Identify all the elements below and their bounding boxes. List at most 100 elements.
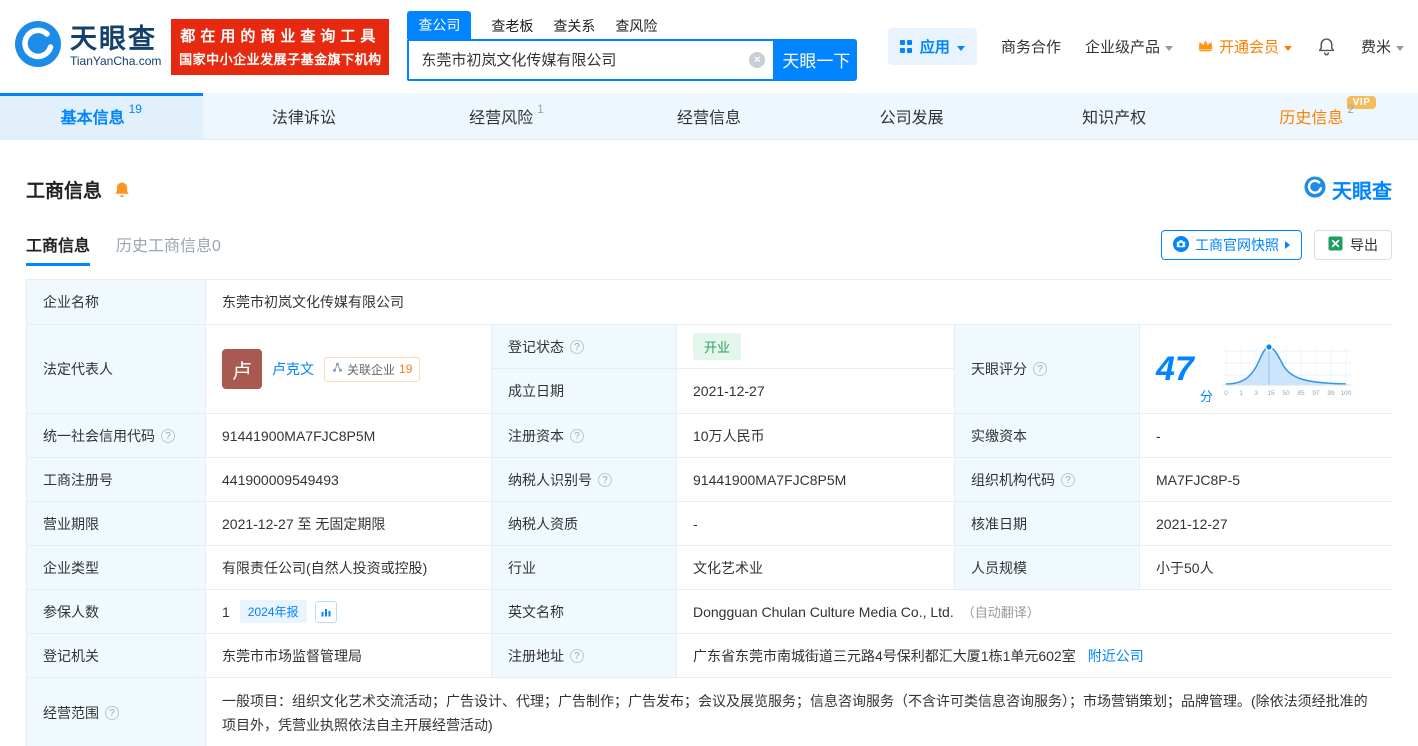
label-text: 统一社会信用代码 [43, 427, 155, 444]
score-axis-tick: 50 [1282, 390, 1290, 397]
search-area: 查公司 查老板 查关系 查风险 天眼一下 [407, 10, 859, 81]
value-text: 有限责任公司(自然人投资或控股) [222, 559, 428, 576]
value-text: 2021-12-27 [693, 383, 765, 399]
nav-enterprise-products[interactable]: 企业级产品 [1085, 36, 1173, 57]
top-header: 天眼查 TianYanCha.com 都在用的商业查询工具 国家中小企业发展子基… [0, 0, 1418, 93]
label-text: 纳税人资质 [508, 515, 578, 532]
tab-company-development[interactable]: 公司发展 [810, 93, 1013, 139]
tab-operating-info[interactable]: 经营信息 [608, 93, 811, 139]
subtab-history-business-info[interactable]: 历史工商信息0 [116, 232, 221, 266]
field-value-registration-authority: 东莞市市场监督管理局 [205, 633, 491, 677]
field-value-tianyan-score[interactable]: 47 分 0 1 3 15 50 85 97 99 100 [1139, 324, 1393, 413]
value-text: 文化艺术业 [693, 559, 763, 576]
field-value-insured-count: 1 2024年报 [205, 589, 491, 633]
score-value: 47 [1156, 350, 1194, 388]
export-button[interactable]: 导出 [1314, 230, 1392, 260]
score-axis-tick: 97 [1312, 390, 1320, 397]
help-icon[interactable] [161, 428, 175, 443]
score-axis-tick: 100 [1340, 390, 1351, 397]
tab-label: 历史信息 [1279, 110, 1344, 127]
label-text: 经营范围 [43, 705, 99, 721]
value-text: 10万人民币 [693, 427, 765, 444]
field-label-staff-size: 人员规模 [954, 545, 1139, 589]
tianyancha-watermark-text: 天眼查 [1332, 181, 1392, 203]
annual-report-badge[interactable]: 2024年报 [239, 600, 307, 623]
nav-open-vip[interactable]: 开通会员 [1197, 36, 1292, 57]
help-icon[interactable] [598, 472, 612, 487]
search-input[interactable] [407, 38, 776, 81]
nearby-companies-link[interactable]: 附近公司 [1088, 646, 1144, 666]
legal-rep-avatar[interactable]: 卢 [222, 349, 262, 389]
legal-rep-name-link[interactable]: 卢克文 [272, 359, 314, 379]
label-text: 成立日期 [508, 383, 564, 399]
help-icon[interactable] [570, 648, 584, 663]
label-text: 注册地址 [508, 647, 564, 664]
help-icon[interactable] [1061, 472, 1075, 487]
value-text: - [1156, 427, 1161, 444]
field-value-business-term: 2021-12-27 至 无固定期限 [205, 501, 491, 545]
related-companies-label: 关联企业 [347, 362, 396, 377]
search-button[interactable]: 天眼一下 [775, 38, 858, 81]
tab-count: 2 [1347, 102, 1355, 116]
subtab-business-info[interactable]: 工商信息 [26, 232, 91, 266]
field-label-industry: 行业 [491, 545, 676, 589]
tianyancha-logo[interactable]: 天眼查 TianYanCha.com [14, 20, 161, 73]
value-text: 91441900MA7FJC8P5M [693, 471, 847, 488]
nav-cooperation[interactable]: 商务合作 [1001, 36, 1061, 57]
tab-legal-litigation[interactable]: 法律诉讼 [203, 93, 406, 139]
help-icon[interactable] [570, 339, 584, 354]
field-label-paid-capital: 实缴资本 [954, 413, 1139, 457]
official-snapshot-button[interactable]: 工商官网快照 [1161, 230, 1302, 260]
value-text: - [693, 515, 698, 532]
monitor-bell-icon[interactable] [112, 180, 132, 200]
enterprise-products-label: 企业级产品 [1084, 39, 1160, 56]
label-text: 天眼评分 [971, 361, 1027, 377]
field-value-approval-date: 2021-12-27 [1139, 501, 1393, 545]
field-label-tianyan-score: 天眼评分 [954, 324, 1139, 413]
auto-translate-note: （自动翻译） [961, 605, 1040, 620]
tab-history-info[interactable]: VIP 历史信息 2 [1215, 93, 1418, 139]
field-value-registration-status: 开业 [676, 324, 954, 368]
field-value-staff-size: 小于50人 [1139, 545, 1393, 589]
field-value-registered-capital: 10万人民币 [676, 413, 954, 457]
help-icon[interactable] [1033, 362, 1047, 376]
export-button-label: 导出 [1350, 237, 1378, 253]
arrow-right-icon [1285, 241, 1290, 249]
score-axis-tick: 1 [1239, 390, 1243, 397]
tab-label: 经营风险 [469, 110, 534, 127]
label-text: 实缴资本 [971, 427, 1027, 444]
field-label-registration-number: 工商注册号 [27, 457, 205, 501]
field-value-business-scope: 一般项目：组织文化艺术交流活动；广告设计、代理；广告制作；广告发布；会议及展览服… [205, 677, 1393, 746]
clear-icon[interactable] [749, 51, 766, 68]
promo-banner: 都在用的商业查询工具 国家中小企业发展子基金旗下机构 [171, 18, 390, 75]
score-axis-tick: 3 [1254, 390, 1258, 397]
help-icon[interactable] [570, 428, 584, 443]
tab-label: 基本信息 [60, 110, 125, 127]
excel-icon [1328, 236, 1343, 254]
search-tab-company[interactable]: 查公司 [407, 10, 472, 39]
search-tab-risk[interactable]: 查风险 [615, 16, 657, 39]
related-companies-count: 19 [399, 362, 413, 376]
tab-basic-info[interactable]: 基本信息 19 [0, 93, 203, 139]
field-value-org-code: MA7FJC8P-5 [1139, 457, 1393, 501]
tab-operating-risk[interactable]: 经营风险 1 [405, 93, 608, 139]
user-menu[interactable]: 费米 [1361, 36, 1404, 57]
field-value-english-name: Dongguan Chulan Culture Media Co., Ltd. … [676, 589, 1393, 633]
annual-report-icon[interactable] [314, 600, 337, 623]
field-label-registration-authority: 登记机关 [27, 633, 205, 677]
search-tab-boss[interactable]: 查老板 [491, 16, 533, 39]
notification-bell-icon[interactable] [1316, 36, 1337, 57]
tianyancha-watermark: 天眼查 [1304, 175, 1392, 204]
search-tab-relation[interactable]: 查关系 [553, 16, 595, 39]
field-label-establish-date: 成立日期 [491, 368, 676, 413]
tab-count: 19 [128, 102, 142, 116]
apps-menu[interactable]: 应用 [887, 28, 977, 65]
help-icon[interactable] [105, 706, 119, 720]
label-text: 英文名称 [508, 603, 564, 620]
label-text: 营业期限 [43, 515, 99, 532]
related-companies-badge[interactable]: 关联企业 19 [324, 356, 421, 382]
tab-label: 经营信息 [677, 110, 742, 127]
field-label-english-name: 英文名称 [491, 589, 676, 633]
snapshot-icon [1173, 235, 1189, 255]
tab-intellectual-property[interactable]: 知识产权 [1013, 93, 1216, 139]
